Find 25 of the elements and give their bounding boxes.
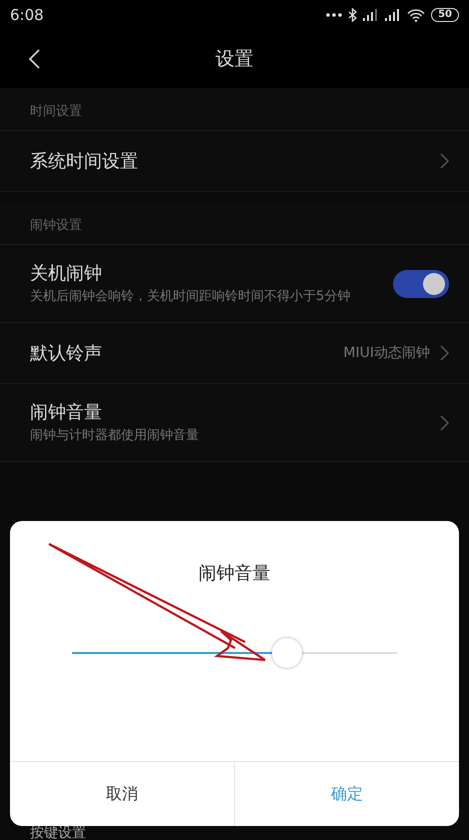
chevron-icon: [440, 153, 449, 169]
more-icon: [326, 13, 342, 17]
cancel-button[interactable]: 取消: [10, 762, 234, 826]
section-header: 闹钟设置: [30, 218, 82, 233]
toggle-switch[interactable]: [393, 270, 449, 298]
slider-thumb[interactable]: [272, 638, 302, 668]
wifi-icon: [407, 8, 426, 22]
status-time: 6:08: [10, 6, 44, 24]
row-subtitle: 闹钟与计时器都使用闹钟音量: [30, 427, 200, 445]
signal-icon: [385, 9, 402, 21]
signal-icon: [363, 9, 380, 21]
chevron-icon: [440, 345, 449, 361]
battery-level: 50: [431, 8, 459, 22]
back-icon[interactable]: [28, 49, 40, 69]
row-value: MIUI动态闹钟: [343, 344, 430, 362]
row-title[interactable]: 默认铃声: [30, 341, 344, 365]
page-title: 设置: [216, 47, 254, 72]
section-header: 时间设置: [30, 104, 82, 119]
row-subtitle: 关机后闹钟会响铃，关机时间距响铃时间不得小于5分钟: [30, 288, 352, 306]
row-title[interactable]: 系统时间设置: [30, 149, 440, 173]
row-title[interactable]: 关机闹钟: [30, 261, 393, 285]
bluetooth-icon: [348, 8, 358, 22]
row-title[interactable]: 闹钟音量: [30, 400, 440, 424]
dialog-title: 闹钟音量: [198, 563, 270, 584]
chevron-icon: [440, 414, 449, 430]
